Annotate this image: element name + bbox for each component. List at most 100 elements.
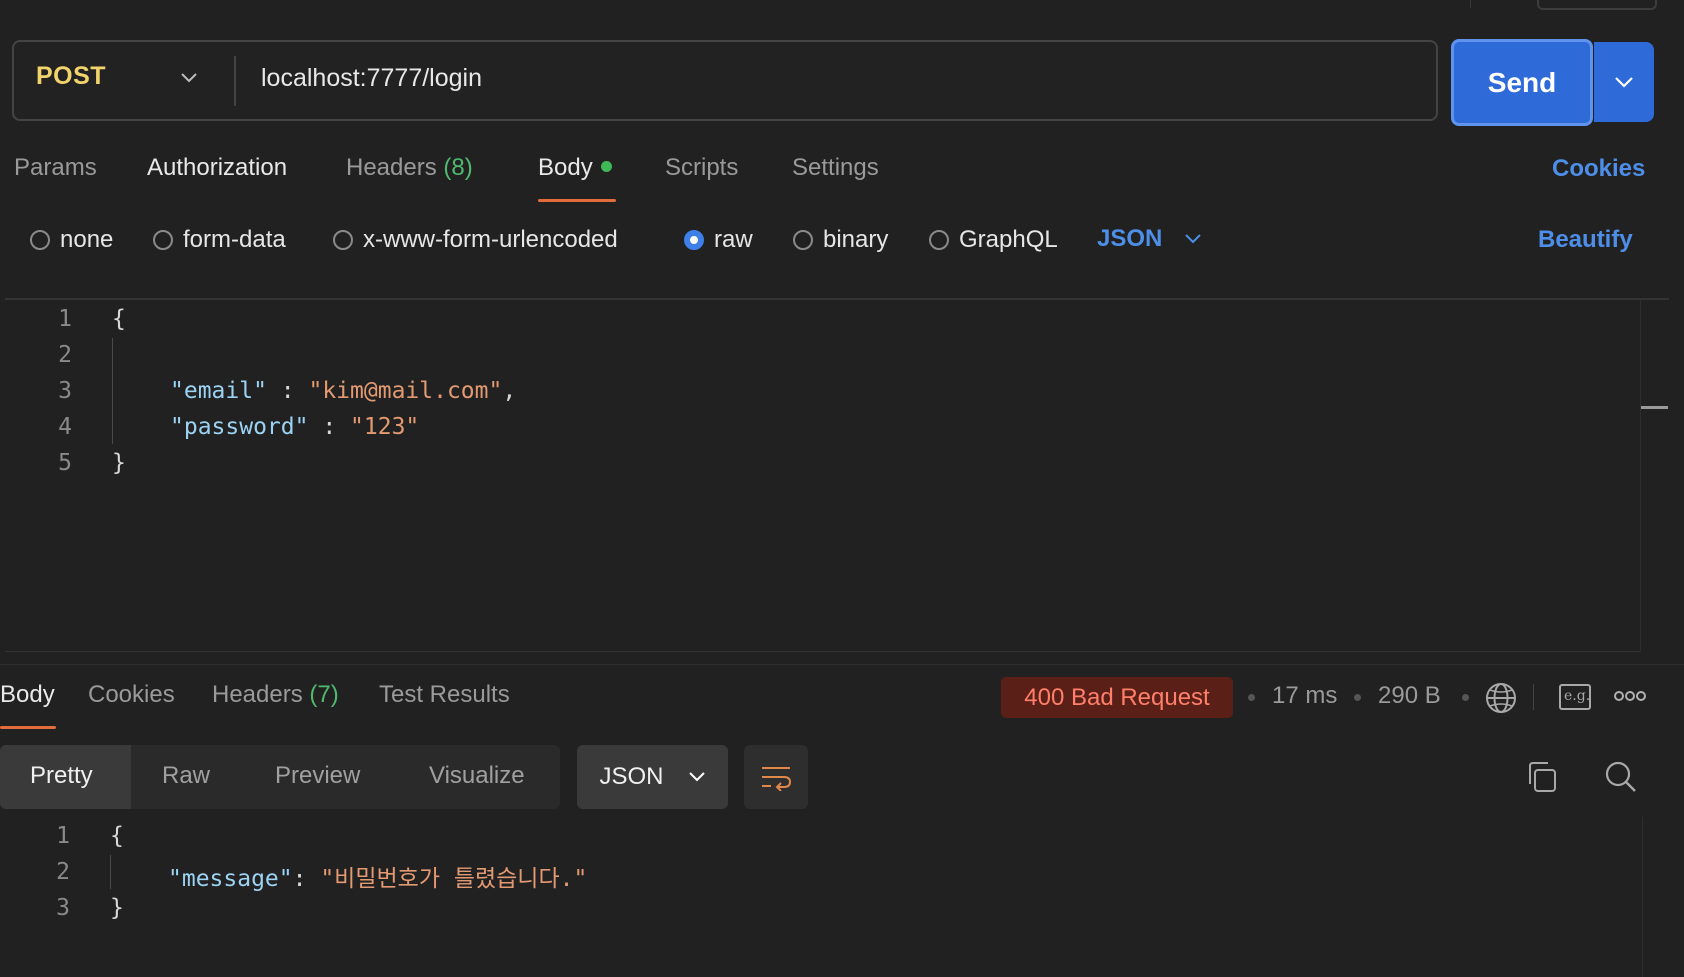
line-number: 1 <box>58 306 72 332</box>
editor-bottom-border <box>5 651 1641 652</box>
resp-tab-body[interactable]: Body <box>0 681 55 709</box>
tab-params[interactable]: Params <box>14 154 97 182</box>
response-size[interactable]: 290 B <box>1378 682 1441 710</box>
radio-binary-circle[interactable] <box>793 230 813 250</box>
globe-icon[interactable] <box>1484 681 1518 715</box>
beautify-button[interactable]: Beautify <box>1538 226 1633 254</box>
radio-raw-label: raw <box>714 226 753 253</box>
radio-none[interactable]: none <box>30 225 113 255</box>
view-preview[interactable]: Preview <box>275 762 360 790</box>
response-scrollbar[interactable] <box>1642 817 1671 977</box>
radio-urlencoded-circle[interactable] <box>333 230 353 250</box>
code-line[interactable]: } <box>110 895 124 921</box>
radio-binary-label: binary <box>823 226 889 253</box>
json-key: "email" <box>170 378 267 404</box>
tab-body-underline <box>538 199 616 202</box>
top-divider <box>1470 0 1471 8</box>
radio-graphql-label: GraphQL <box>959 226 1058 253</box>
tab-headers-label: Headers <box>346 154 437 181</box>
top-toolbar-box <box>1537 0 1657 10</box>
tab-scripts[interactable]: Scripts <box>665 154 738 182</box>
meta-separator-dot <box>1462 694 1469 701</box>
tab-settings[interactable]: Settings <box>792 154 879 182</box>
resp-tab-body-underline <box>0 726 56 729</box>
response-format-select[interactable]: JSON <box>577 745 728 809</box>
code-line[interactable]: "password" : "123" <box>170 414 419 440</box>
code-line[interactable]: "message": "비밀번호가 틀렸습니다." <box>168 859 587 893</box>
json-separator: : <box>308 414 351 440</box>
body-language-select[interactable]: JSON <box>1097 225 1202 253</box>
radio-urlencoded-label: x-www-form-urlencoded <box>363 226 618 253</box>
chevron-down-icon <box>1615 77 1633 88</box>
status-badge[interactable]: 400 Bad Request <box>1001 677 1233 718</box>
radio-raw[interactable]: raw <box>684 225 753 255</box>
json-string: "123" <box>350 414 420 440</box>
wrap-lines-icon <box>762 767 792 791</box>
line-number: 1 <box>56 823 70 849</box>
radio-raw-circle[interactable] <box>684 230 704 250</box>
view-visualize[interactable]: Visualize <box>429 762 525 790</box>
line-number: 3 <box>58 378 72 404</box>
response-time[interactable]: 17 ms <box>1272 682 1337 710</box>
indent-guide <box>112 338 113 444</box>
code-line[interactable]: { <box>110 823 124 849</box>
json-comma: , <box>502 378 517 404</box>
more-options-icon[interactable] <box>1614 688 1646 704</box>
radio-graphql[interactable]: GraphQL <box>929 225 1058 255</box>
json-string: "kim@mail.com" <box>308 378 503 404</box>
radio-urlencoded[interactable]: x-www-form-urlencoded <box>333 225 618 255</box>
request-bar <box>12 40 1438 121</box>
radio-binary[interactable]: binary <box>793 225 888 255</box>
json-key: "message" <box>168 866 293 892</box>
json-string: "비밀번호가 틀렸습니다." <box>320 866 588 892</box>
line-number: 2 <box>58 342 72 368</box>
editor-scroll-thumb[interactable] <box>1641 406 1668 409</box>
resp-tab-headers-count: (7) <box>309 681 339 708</box>
radio-none-label: none <box>60 226 114 253</box>
response-format-label: JSON <box>599 763 664 790</box>
tab-body[interactable]: Body <box>538 154 612 182</box>
json-separator: : <box>292 866 321 892</box>
editor-top-border <box>5 298 1669 300</box>
chevron-down-icon[interactable] <box>180 72 198 84</box>
code-line[interactable]: "email" : "kim@mail.com", <box>170 378 516 404</box>
resp-tab-test-results[interactable]: Test Results <box>379 681 510 709</box>
copy-icon[interactable] <box>1526 760 1558 794</box>
send-options-button[interactable] <box>1594 42 1654 122</box>
radio-none-circle[interactable] <box>30 230 50 250</box>
method-divider <box>234 56 236 106</box>
chevron-down-icon <box>688 772 705 782</box>
resp-tab-headers-label: Headers <box>212 681 303 708</box>
radio-form-data[interactable]: form-data <box>153 225 286 255</box>
response-divider[interactable] <box>0 664 1684 665</box>
indent-guide <box>110 855 111 889</box>
radio-form-data-circle[interactable] <box>153 230 173 250</box>
url-input[interactable]: localhost:7777/login <box>261 64 482 93</box>
radio-graphql-circle[interactable] <box>929 230 949 250</box>
resp-tab-cookies[interactable]: Cookies <box>88 681 175 709</box>
editor-scrollbar[interactable] <box>1640 300 1670 650</box>
cookies-link[interactable]: Cookies <box>1552 155 1645 183</box>
tab-headers-count: (8) <box>443 154 473 181</box>
method-select[interactable]: POST <box>36 62 106 91</box>
wrap-lines-button[interactable] <box>744 745 808 809</box>
view-pretty[interactable]: Pretty <box>30 762 93 790</box>
send-button[interactable]: Send <box>1451 39 1593 126</box>
examples-icon[interactable]: e.g. <box>1558 682 1592 712</box>
code-line[interactable]: } <box>112 450 126 476</box>
resp-tab-headers[interactable]: Headers (7) <box>212 681 339 709</box>
tab-headers[interactable]: Headers (8) <box>346 154 473 182</box>
body-language-label: JSON <box>1097 225 1163 252</box>
example-label: e.g. <box>1564 688 1591 704</box>
tab-body-label: Body <box>538 154 593 181</box>
line-number: 4 <box>58 414 72 440</box>
line-number: 3 <box>56 895 70 921</box>
json-key: "password" <box>170 414 309 440</box>
search-icon[interactable] <box>1604 760 1638 794</box>
meta-separator-dot <box>1248 694 1255 701</box>
body-modified-dot <box>600 161 612 172</box>
view-raw[interactable]: Raw <box>162 762 210 790</box>
code-line[interactable]: { <box>112 306 126 332</box>
line-number: 5 <box>58 450 72 476</box>
tab-authorization[interactable]: Authorization <box>147 154 287 182</box>
